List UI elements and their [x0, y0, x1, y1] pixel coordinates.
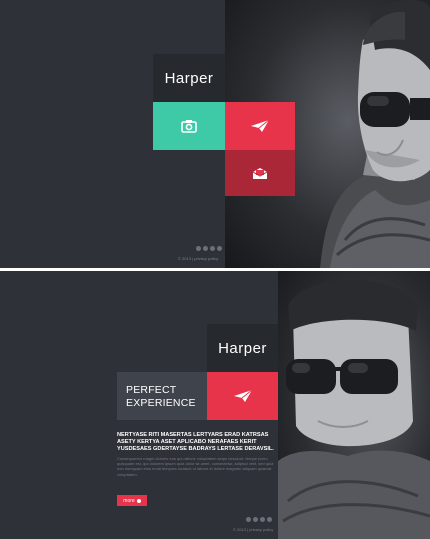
- brand-name: Harper: [164, 69, 214, 87]
- envelope-icon: [252, 167, 268, 179]
- facebook-icon[interactable]: [196, 246, 201, 251]
- rss-icon[interactable]: [217, 246, 222, 251]
- paper-plane-icon: [251, 119, 270, 132]
- hero-panel-bottom: Harper © 2013 | privacy policy: [0, 271, 430, 539]
- content-headline: NERTYASE RITI MASERTAS LERTYARS ERAD KAT…: [117, 432, 274, 452]
- brand-name: Harper: [218, 339, 267, 357]
- tagline-tile: PERFECT EXPERIENCE: [117, 372, 207, 420]
- envelope-tile-button[interactable]: [225, 150, 295, 196]
- logo-tile[interactable]: Harper: [153, 54, 225, 102]
- paper-plane-icon: [233, 389, 252, 402]
- arrow-right-icon: [136, 498, 141, 503]
- social-links: [246, 517, 272, 522]
- more-button-label: more: [123, 497, 135, 504]
- paper-plane-tile-button[interactable]: [225, 102, 295, 150]
- hero-photo-bottom: [278, 271, 430, 539]
- google-plus-icon[interactable]: [253, 517, 258, 522]
- facebook-icon[interactable]: [246, 517, 251, 522]
- paper-plane-tile-button[interactable]: [207, 372, 278, 420]
- more-button[interactable]: more: [117, 495, 147, 506]
- hero-panel-top: Harper © 2013 | privacy policy: [0, 0, 430, 268]
- tagline-line1: PERFECT: [126, 384, 177, 396]
- social-links: [196, 246, 222, 251]
- twitter-icon[interactable]: [260, 517, 265, 522]
- camera-icon: [181, 120, 197, 133]
- logo-tile[interactable]: Harper: [207, 324, 278, 372]
- rss-icon[interactable]: [267, 517, 272, 522]
- camera-tile-button[interactable]: [153, 102, 225, 150]
- footer-copyright: © 2013 | privacy policy: [178, 256, 219, 261]
- footer-copyright: © 2013 | privacy policy: [233, 527, 274, 532]
- twitter-icon[interactable]: [210, 246, 215, 251]
- google-plus-icon[interactable]: [203, 246, 208, 251]
- content-body: Consequuntur magni dolores eos qui ratio…: [117, 456, 274, 477]
- tagline-line2: EXPERIENCE: [126, 397, 196, 409]
- man-portrait-image: [278, 279, 430, 539]
